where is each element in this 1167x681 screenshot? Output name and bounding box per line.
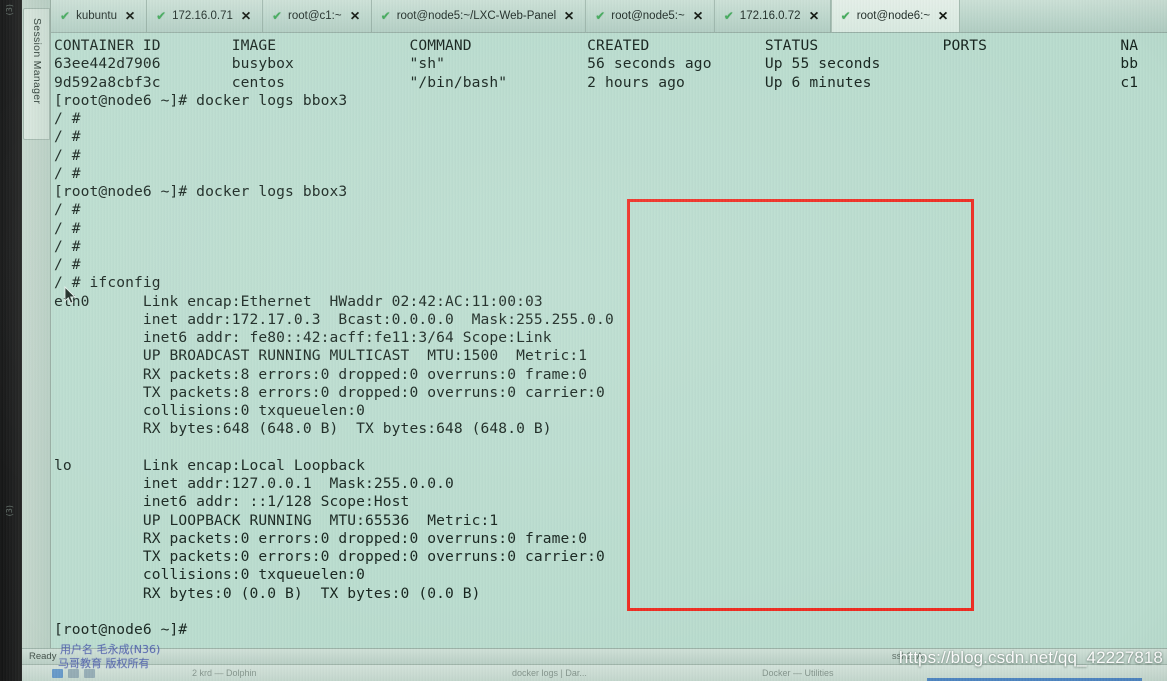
close-icon[interactable]: ✕ [125, 9, 136, 23]
terminal-line: lo Link encap:Local Loopback [54, 456, 366, 474]
terminal-line: RX packets:8 errors:0 dropped:0 overruns… [54, 365, 588, 383]
bezel-mark-bottom: (3) [5, 505, 14, 517]
check-icon: ✔ [271, 9, 283, 23]
terminal-window: ✔ kubuntu ✕ ✔ 172.16.0.71 ✕ ✔ root@c1:~ ✕ ✔ root@n… [51, 0, 1167, 648]
check-icon: ✔ [840, 9, 851, 23]
status-ready-label: Ready [29, 651, 57, 662]
terminal-tab-4[interactable]: ✔ root@node5:~ ✕ [586, 0, 715, 32]
terminal-line: [root@node6 ~]# [54, 621, 188, 638]
terminal-tab-label: root@c1:~ [288, 10, 342, 22]
terminal-line: collisions:0 txqueuelen:0 [54, 566, 366, 584]
check-icon: ✔ [156, 9, 167, 23]
bezel-mark-top: (3) [5, 4, 14, 16]
terminal-line: TX packets:0 errors:0 dropped:0 overruns… [54, 548, 605, 565]
terminal-line: 9d592a8cbf3c centos "/bin/bash" 2 hours … [54, 73, 1139, 91]
terminal-line: RX packets:0 errors:0 dropped:0 overruns… [54, 529, 588, 547]
terminal-line: / # [54, 146, 81, 164]
taskbar-window-button[interactable]: docker logs | Dar... [512, 668, 587, 678]
check-icon: ✔ [60, 9, 71, 23]
terminal-line: / # [54, 201, 81, 219]
terminal-tab-label: root@node5:~ [611, 10, 685, 22]
terminal-line: inet addr:172.17.0.3 Bcast:0.0.0.0 Mask:… [54, 310, 614, 328]
monitor-bezel-left [0, 0, 22, 681]
terminal-line: / # [54, 110, 81, 127]
close-icon[interactable]: ✕ [808, 9, 819, 23]
terminal-line: / # [54, 128, 81, 146]
watermark-cn-line-2: 马哥教育 版权所有 [58, 657, 150, 670]
terminal-line: collisions:0 txqueuelen:0 [54, 402, 366, 419]
terminal-line: [root@node6 ~]# docker logs bbox3 [54, 183, 348, 200]
session-manager-tab[interactable]: Session Manager [23, 8, 50, 140]
close-icon[interactable]: ✕ [938, 9, 949, 23]
terminal-tab-6[interactable]: ✔ root@node6:~ ✕ [830, 0, 961, 32]
terminal-line: 63ee442d7906 busybox "sh" 56 seconds ago… [54, 55, 1139, 73]
terminal-line: / # [54, 219, 81, 237]
close-icon[interactable]: ✕ [349, 9, 360, 23]
terminal-tab-label: kubuntu [76, 10, 117, 22]
terminal-tab-5[interactable]: ✔ 172.16.0.72 ✕ [715, 0, 831, 32]
terminal-line: UP LOOPBACK RUNNING MTU:65536 Metric:1 [54, 511, 499, 529]
terminal-line: eth0 Link encap:Ethernet HWaddr 02:42:AC… [54, 292, 543, 310]
close-icon[interactable]: ✕ [241, 9, 252, 23]
terminal-tab-label: 172.16.0.72 [739, 10, 801, 22]
terminal-line: inet6 addr: fe80::42:acff:fe11:3/64 Scop… [54, 329, 552, 346]
terminal-line: CONTAINER ID IMAGE COMMAND CREATED STATU… [54, 37, 1139, 54]
terminal-line: TX packets:8 errors:0 dropped:0 overruns… [54, 383, 605, 401]
tab-strip-filler [960, 0, 1167, 32]
terminal-tab-3[interactable]: ✔ root@node5:~/LXC-Web-Panel ✕ [372, 0, 587, 32]
terminal-tab-label: root@node6:~ [856, 10, 931, 22]
terminal-line: / # ifconfig [54, 274, 161, 292]
check-icon: ✔ [380, 9, 391, 23]
close-icon[interactable]: ✕ [692, 9, 703, 23]
terminal-line: RX bytes:648 (648.0 B) TX bytes:648 (648… [54, 420, 552, 438]
close-icon[interactable]: ✕ [564, 9, 575, 23]
check-icon: ✔ [595, 9, 606, 23]
terminal-line: [root@node6 ~]# docker logs bbox3 [54, 91, 348, 109]
terminal-tab-label: 172.16.0.71 [172, 10, 233, 22]
terminal-line: / # [54, 164, 81, 182]
tab-strip: ✔ kubuntu ✕ ✔ 172.16.0.71 ✕ ✔ root@c1:~ ✕ ✔ root@n… [51, 0, 1167, 33]
terminal-line: UP BROADCAST RUNNING MULTICAST MTU:1500 … [54, 347, 588, 365]
terminal-tab-0[interactable]: ✔ kubuntu ✕ [51, 0, 148, 32]
check-icon: ✔ [723, 9, 734, 23]
mouse-cursor-icon [64, 286, 77, 304]
terminal-line: / # [54, 237, 81, 255]
terminal-tab-1[interactable]: ✔ 172.16.0.71 ✕ [147, 0, 263, 32]
csdn-url-watermark: https://blog.csdn.net/qq_42227818 [898, 648, 1163, 667]
taskbar-window-button[interactable]: 2 krd — Dolphin [192, 668, 257, 678]
terminal-line: / # [54, 256, 81, 273]
terminal-line: RX bytes:0 (0.0 B) TX bytes:0 (0.0 B) [54, 584, 481, 602]
session-manager-label: Session Manager [31, 18, 43, 105]
terminal-tab-label: root@node5:~/LXC-Web-Panel [396, 10, 557, 22]
terminal-output[interactable]: CONTAINER ID IMAGE COMMAND CREATED STATU… [51, 33, 1167, 648]
terminal-tab-2[interactable]: ✔ root@c1:~ ✕ [263, 0, 372, 32]
taskbar-window-button[interactable]: Docker — Utilities [762, 668, 834, 678]
terminal-line: inet6 addr: ::1/128 Scope:Host [54, 493, 410, 511]
monitor-photo: (3) (3) Session Manager ✔ kubuntu ✕ ✔ 172.16… [0, 0, 1167, 681]
terminal-line: inet addr:127.0.0.1 Mask:255.0.0.0 [54, 475, 454, 492]
